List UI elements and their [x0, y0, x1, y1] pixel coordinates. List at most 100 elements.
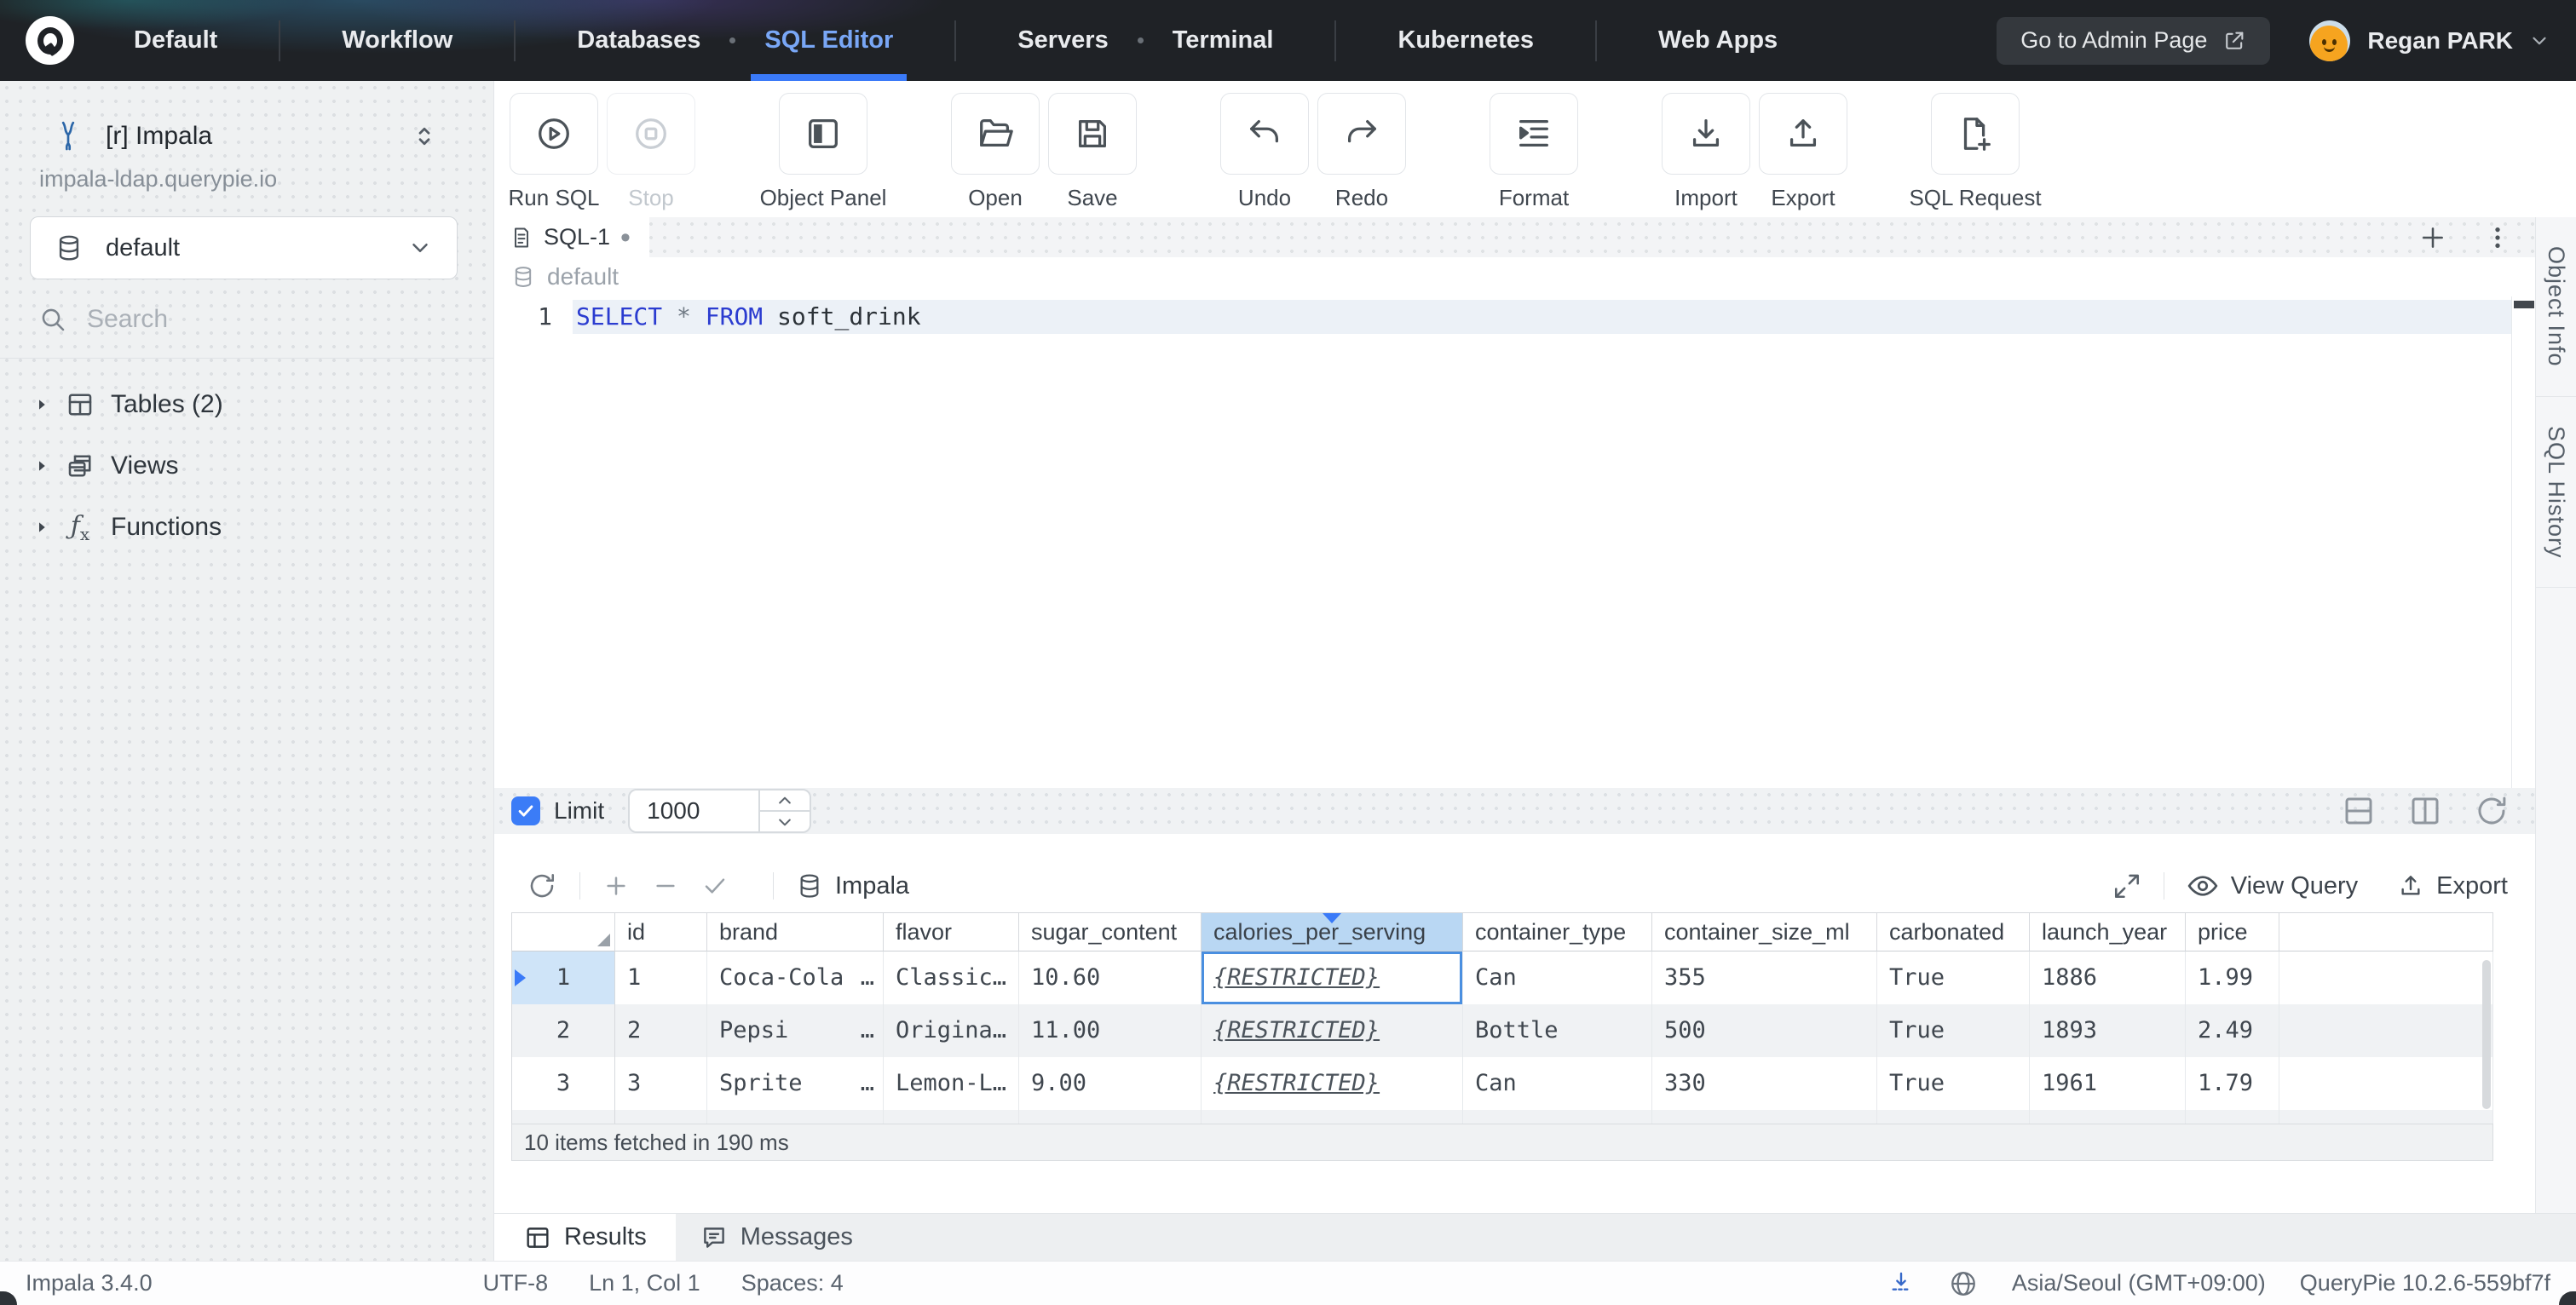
querypie-logo-icon[interactable] [26, 16, 74, 65]
format-button[interactable] [1490, 93, 1578, 175]
cell[interactable]: {RESTRICTED} [1202, 1004, 1463, 1057]
rail-tab-object-info[interactable]: Object Info [2536, 217, 2576, 397]
row-number[interactable]: 2 [512, 1004, 615, 1057]
nav-item-databases[interactable]: Databases [577, 0, 700, 81]
cell[interactable]: {RESTRICTED} [1202, 1110, 1463, 1124]
cell[interactable]: Bottle [1463, 1110, 1652, 1124]
nav-item-terminal[interactable]: Terminal [1173, 0, 1274, 81]
cell[interactable]: 9.00 [1019, 1057, 1202, 1110]
expand-results-icon[interactable] [2112, 871, 2141, 900]
cell[interactable]: 10.60 [1019, 951, 1202, 1004]
user-menu-chevron-down-icon[interactable] [2528, 30, 2550, 52]
tab-results[interactable]: Results [494, 1214, 676, 1261]
import-button[interactable] [1662, 93, 1750, 175]
tab-options-kebab-icon[interactable] [2484, 224, 2511, 251]
sql-request-button[interactable] [1931, 93, 2020, 175]
column-header-brand[interactable]: brand [707, 912, 884, 951]
row-number[interactable]: 4 [512, 1110, 615, 1124]
sidebar-item-views[interactable]: Views [0, 435, 493, 497]
code-editor[interactable]: 1 SELECT * FROM soft_drink [494, 296, 2535, 788]
go-to-admin-page-button[interactable]: Go to Admin Page [1997, 17, 2270, 65]
cell[interactable] [2279, 951, 2493, 1004]
tab-sql-1[interactable]: SQL-1 • [494, 217, 649, 257]
view-query-eye-icon[interactable] [2187, 870, 2219, 902]
view-query-button[interactable]: View Query [2231, 872, 2358, 900]
cell[interactable]: Pepsi… [707, 1004, 884, 1057]
undo-button[interactable] [1220, 93, 1309, 175]
cell[interactable]: Classic… [884, 951, 1019, 1004]
open-button[interactable] [951, 93, 1040, 175]
cell[interactable]: Coca-Cola… [707, 951, 884, 1004]
column-header-id[interactable]: id [615, 912, 707, 951]
column-header-carbonated[interactable]: carbonated [1877, 912, 2030, 951]
cell[interactable]: 3 [615, 1057, 707, 1110]
cell[interactable]: Mountain D… [707, 1110, 884, 1124]
column-header-container-size-ml[interactable]: container_size_ml [1652, 912, 1877, 951]
editor-scrollbar-thumb[interactable] [2514, 301, 2534, 308]
save-button[interactable] [1048, 93, 1137, 175]
user-avatar[interactable] [2309, 20, 2350, 61]
cell[interactable]: 1940 [2030, 1110, 2186, 1124]
database-select[interactable]: default [30, 216, 458, 279]
split-horizontal-icon[interactable] [2341, 793, 2377, 829]
nav-item-servers[interactable]: Servers [1017, 0, 1108, 81]
cell[interactable]: 2 [615, 1004, 707, 1057]
cell[interactable]: Can [1463, 951, 1652, 1004]
limit-checkbox[interactable] [511, 796, 540, 825]
encoding-indicator[interactable]: UTF-8 [483, 1270, 549, 1296]
sidebar-item-functions[interactable]: ƒxFunctions [0, 497, 493, 558]
cell[interactable]: 1 [615, 951, 707, 1004]
cell[interactable]: True [1877, 951, 2030, 1004]
limit-value-input[interactable] [630, 790, 758, 831]
row-number[interactable]: 3 [512, 1057, 615, 1110]
cell[interactable]: 1893 [2030, 1004, 2186, 1057]
export-button[interactable] [1759, 93, 1847, 175]
cell[interactable]: 330 [1652, 1057, 1877, 1110]
indent-setting[interactable]: Spaces: 4 [741, 1270, 844, 1296]
cell[interactable]: Lemon-L… [884, 1057, 1019, 1110]
sidebar-item-tables-2[interactable]: Tables (2) [0, 374, 493, 435]
connection-switcher-chevrons-icon[interactable] [412, 117, 437, 156]
downloads-icon[interactable] [1887, 1269, 1915, 1298]
connection-name[interactable]: [r] Impala [106, 117, 212, 156]
cell[interactable]: Origina… [884, 1004, 1019, 1057]
cell[interactable]: {RESTRICTED} [1202, 1057, 1463, 1110]
reload-icon[interactable] [2474, 793, 2510, 829]
export-upload-icon[interactable] [2397, 872, 2424, 900]
cell[interactable]: Citrus… [884, 1110, 1019, 1124]
column-header-calories-per-serving[interactable]: calories_per_serving [1202, 912, 1463, 951]
cell[interactable]: Can [1463, 1057, 1652, 1110]
cell[interactable]: 1.79 [2186, 1057, 2279, 1110]
cell[interactable]: 500 [1652, 1004, 1877, 1057]
column-header-launch-year[interactable]: launch_year [2030, 912, 2186, 951]
cell[interactable]: 1961 [2030, 1057, 2186, 1110]
column-header-container-type[interactable]: container_type [1463, 912, 1652, 951]
cell[interactable]: 11.00 [1019, 1004, 1202, 1057]
limit-increment-button[interactable] [760, 790, 810, 812]
cell[interactable]: 4 [615, 1110, 707, 1124]
add-row-plus-icon[interactable] [602, 872, 630, 900]
timezone-label[interactable]: Asia/Seoul (GMT+09:00) [2012, 1270, 2266, 1296]
cell[interactable] [2279, 1110, 2493, 1124]
column-header-empty[interactable] [2279, 912, 2493, 951]
cell[interactable]: 591 [1652, 1110, 1877, 1124]
cell[interactable]: 1886 [2030, 951, 2186, 1004]
object-panel-button[interactable] [779, 93, 867, 175]
nav-item-kubernetes[interactable]: Kubernetes [1397, 0, 1534, 81]
run-sql-button[interactable] [510, 93, 598, 175]
cell[interactable] [2279, 1057, 2493, 1110]
nav-item-default[interactable]: Default [134, 0, 217, 81]
column-header-price[interactable]: price [2186, 912, 2279, 951]
cell[interactable]: True [1877, 1110, 2030, 1124]
cell[interactable]: 1.99 [2186, 951, 2279, 1004]
nav-item-workflow[interactable]: Workflow [342, 0, 452, 81]
cell[interactable]: True [1877, 1057, 2030, 1110]
cell[interactable] [2279, 1004, 2493, 1057]
cell[interactable]: True [1877, 1004, 2030, 1057]
nav-item-sql-editor[interactable]: SQL Editor [764, 0, 893, 81]
cell[interactable]: 355 [1652, 951, 1877, 1004]
split-vertical-icon[interactable] [2407, 793, 2443, 829]
remove-row-minus-icon[interactable] [652, 872, 679, 900]
apply-changes-check-icon[interactable] [701, 872, 729, 900]
cell[interactable]: Sprite… [707, 1057, 884, 1110]
